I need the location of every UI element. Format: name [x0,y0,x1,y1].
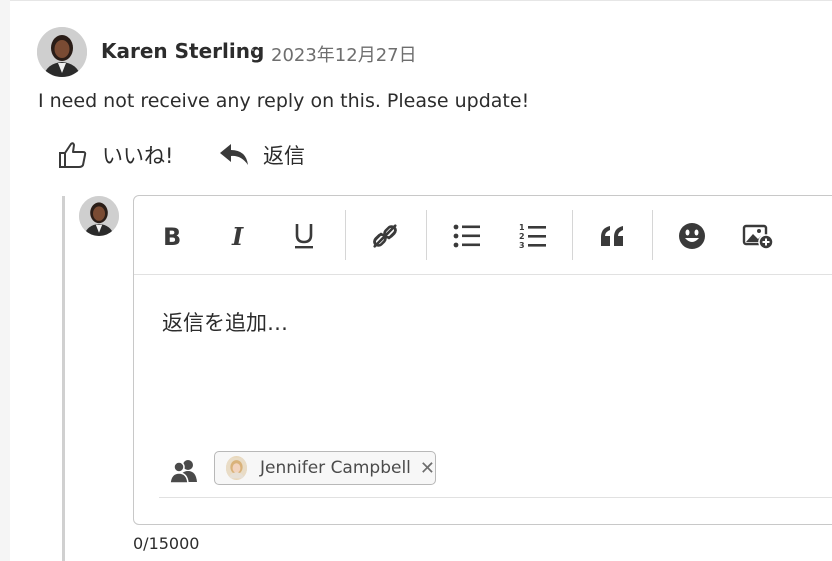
svg-text:I: I [231,224,244,248]
underline-button[interactable] [284,216,324,256]
numbered-list-button[interactable]: 123 [513,216,553,256]
link-button[interactable] [365,216,405,256]
image-add-icon [742,224,774,250]
thumbs-up-icon [59,142,87,168]
emoji-button[interactable] [672,216,712,256]
current-user-avatar [79,196,119,236]
svg-text:2: 2 [519,232,525,241]
remove-mention-icon[interactable]: ✕ [420,458,435,479]
like-label: いいね! [102,144,174,168]
top-divider [10,0,832,1]
character-counter: 0/15000 [133,534,200,553]
svg-text:1: 1 [519,223,525,232]
people-icon [169,458,199,488]
comment-date: 2023年12月27日 [271,45,417,66]
comment-body: I need not receive any reply on this. Pl… [38,90,530,112]
bullet-list-icon [453,224,480,248]
italic-icon: I [231,224,244,248]
link-icon [373,224,397,248]
author-name[interactable]: Karen Sterling [101,39,264,63]
toolbar-separator [426,210,427,260]
mention-avatar [226,456,247,480]
underline-icon [295,224,313,249]
mention-chip[interactable]: Jennifer Campbell ✕ [214,451,436,485]
reply-label: 返信 [263,144,305,168]
mention-row: Jennifer Campbell ✕ [159,448,832,498]
thread-line [62,196,65,561]
like-button[interactable]: いいね! [58,140,173,170]
meta-separator: · [250,40,256,61]
left-rail [0,0,10,561]
emoji-icon [679,223,705,249]
italic-button[interactable]: I [218,216,258,256]
svg-text:3: 3 [519,241,525,250]
bold-icon: B [163,224,181,248]
numbered-list-icon: 123 [519,223,546,250]
quote-button[interactable] [592,216,632,256]
author-avatar[interactable] [37,27,87,77]
bold-button[interactable]: B [152,216,192,256]
mention-name: Jennifer Campbell [259,458,411,478]
toolbar-separator [652,210,653,260]
toolbar-separator [572,210,573,260]
quote-icon [601,226,623,246]
reply-input[interactable]: 返信を追加… [162,307,288,337]
bulleted-list-button[interactable] [447,216,487,256]
editor-toolbar: B I 1 2 3 [134,196,832,275]
toolbar-separator [345,210,346,260]
reply-arrow-icon [220,144,248,165]
insert-image-button[interactable] [738,216,778,256]
reply-button[interactable]: 返信 [219,140,305,170]
svg-text:B: B [163,224,181,248]
reply-editor[interactable]: B I 1 2 3 返信を追加… Jennifer Campbell ✕ [133,195,832,525]
